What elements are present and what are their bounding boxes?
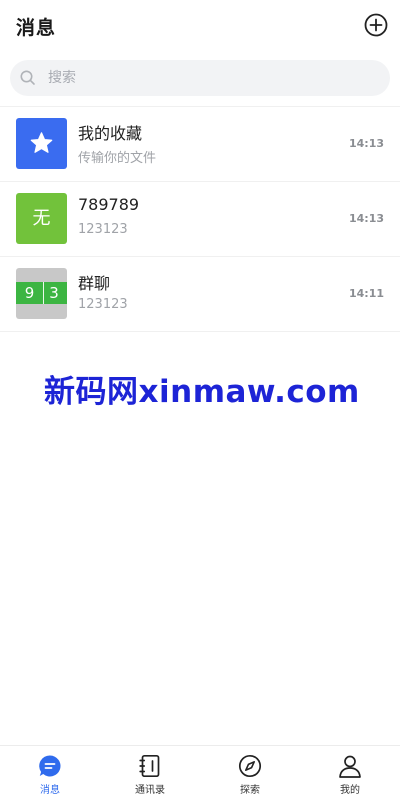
conversation-time: 14:11 xyxy=(348,287,384,300)
group-avatar: 9 3 xyxy=(16,268,67,319)
conversation-name: 789789 xyxy=(78,195,140,214)
search-bar[interactable] xyxy=(10,60,390,96)
conversation-name: 群聊 xyxy=(78,274,111,293)
avatar-digit: 3 xyxy=(43,282,64,304)
conversation-list: 我的收藏 传输你的文件 14:13 无 789789 123123 14:13 … xyxy=(0,107,400,332)
tab-label: 通讯录 xyxy=(135,785,165,796)
tab-label: 消息 xyxy=(40,785,60,796)
tab-messages[interactable]: 消息 xyxy=(0,746,100,800)
conversation-preview: 传输你的文件 xyxy=(78,151,157,166)
avatar-digit: 9 xyxy=(24,284,35,302)
tab-me[interactable]: 我的 xyxy=(300,746,400,800)
tab-explore[interactable]: 探索 xyxy=(200,746,300,800)
tab-label: 探索 xyxy=(240,785,260,796)
conversation-preview: 123123 xyxy=(78,297,128,312)
person-icon xyxy=(339,755,361,778)
conversation-name: 我的收藏 xyxy=(78,124,143,143)
star-icon xyxy=(30,132,53,153)
page-title: 消息 xyxy=(16,17,57,39)
conversation-item-favorites[interactable]: 我的收藏 传输你的文件 14:13 xyxy=(0,107,400,182)
watermark-text: 新码网xinmaw.com xyxy=(44,374,360,410)
conversation-item-contact[interactable]: 无 789789 123123 14:13 xyxy=(0,182,400,257)
search-icon xyxy=(20,70,35,85)
compass-icon xyxy=(238,754,262,778)
tab-contacts[interactable]: 通讯录 xyxy=(100,746,200,800)
plus-circle-icon xyxy=(364,13,388,37)
contacts-book-icon xyxy=(139,754,160,778)
add-button[interactable] xyxy=(364,13,388,37)
avatar: 无 xyxy=(16,193,67,244)
avatar-initial: 无 xyxy=(32,208,51,229)
tab-label: 我的 xyxy=(340,785,360,796)
conversation-time: 14:13 xyxy=(348,137,384,150)
conversation-time: 14:13 xyxy=(348,212,384,225)
search-input[interactable] xyxy=(48,60,378,96)
bottom-tab-bar: 消息 通讯录 探索 我的 xyxy=(0,745,400,800)
avatar xyxy=(16,118,67,169)
conversation-preview: 123123 xyxy=(78,222,128,237)
header: 消息 xyxy=(0,0,400,52)
conversation-item-group[interactable]: 9 3 群聊 123123 14:11 xyxy=(0,257,400,332)
chat-bubble-icon xyxy=(39,755,61,777)
